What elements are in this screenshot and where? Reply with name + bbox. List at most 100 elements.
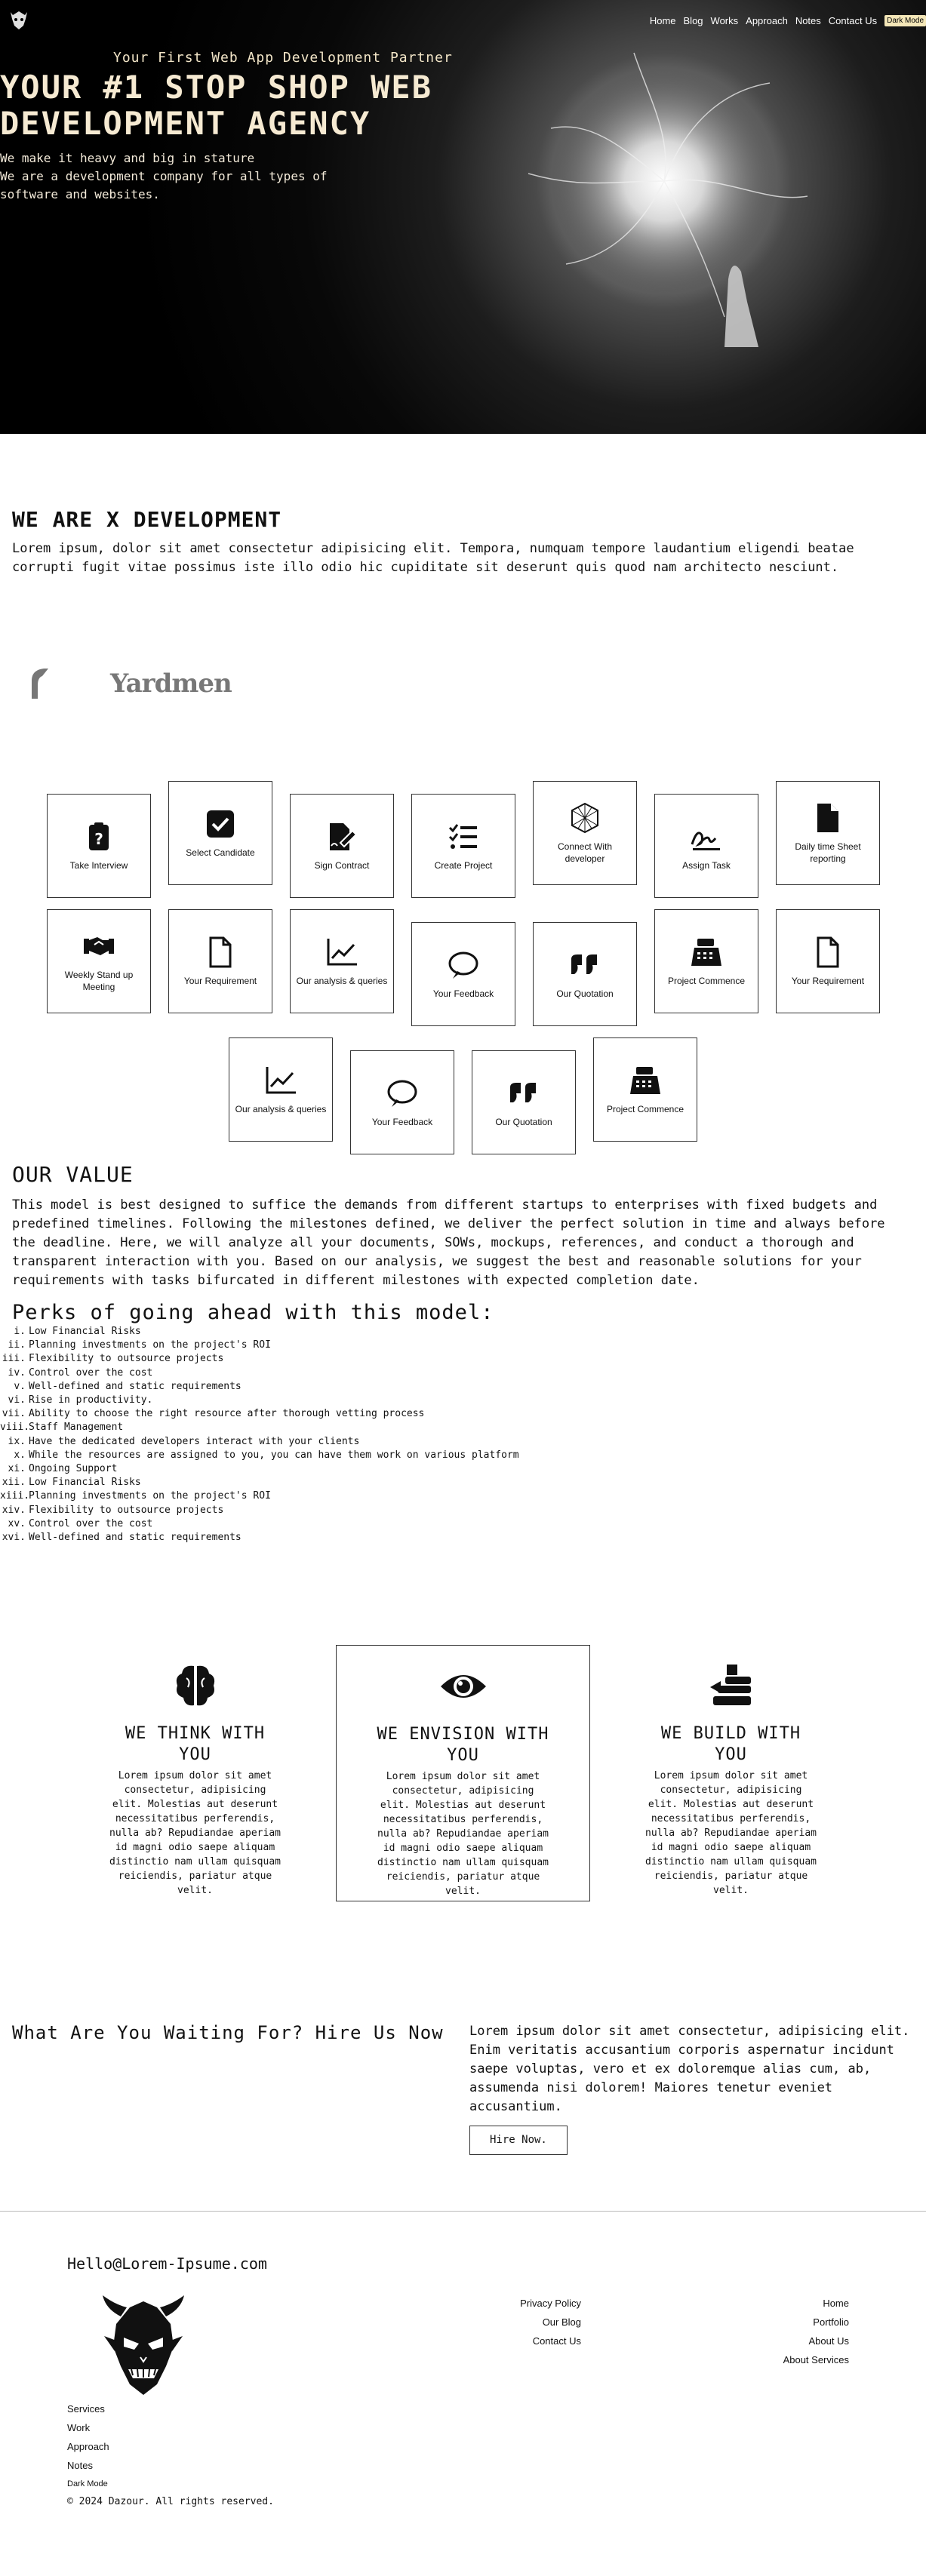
process-card-label: Our analysis & queries (296, 976, 388, 986)
footer-link[interactable]: Work (67, 2418, 109, 2437)
footer-link[interactable]: About Us (736, 2332, 849, 2350)
perk-item: x. While the resources are assigned to yo… (0, 1449, 528, 1462)
cta-title: What Are You Waiting For? Hire Us Now (12, 2022, 444, 2043)
top-nav: Home Blog Works Approach Notes Contact U… (650, 15, 926, 26)
process-card-label: Our analysis & queries (235, 1104, 327, 1114)
footer-link[interactable]: Notes (67, 2456, 109, 2475)
perk-item: vii. Ability to choose the right resource… (0, 1407, 528, 1421)
hero-tagline: Your First Web App Development Partner (113, 50, 453, 66)
process-card: Our Quotation (472, 1050, 576, 1154)
value-section: OUR VALUE This model is best designed to… (12, 1162, 914, 1324)
footer-link[interactable]: Services (67, 2399, 109, 2418)
perk-item: xii. Low Financial Risks (0, 1476, 528, 1489)
perk-number: ix. (8, 1435, 26, 1447)
perk-text: Ongoing Support (29, 1463, 118, 1475)
feature-text: Lorem ipsum dolor sit amet consectetur, … (109, 1770, 281, 1896)
cta-body: Lorem ipsum dolor sit amet consectetur, … (469, 2022, 915, 2155)
about-text: Lorem ipsum, dolor sit amet consectetur … (12, 541, 854, 575)
nav-works[interactable]: Works (711, 15, 739, 26)
process-card-label: Your Requirement (183, 976, 257, 986)
perk-text: Well-defined and static requirements (29, 1380, 241, 1392)
nav-notes[interactable]: Notes (795, 15, 821, 26)
process-card: Our Quotation (533, 922, 637, 1026)
feature-text: Lorem ipsum dolor sit amet consectetur, … (377, 1771, 549, 1897)
document-icon (209, 936, 232, 968)
perk-text: Well-defined and static requirements (29, 1532, 241, 1544)
signature-icon (691, 832, 720, 850)
perk-item: ix. Have the dedicated developers interac… (0, 1435, 528, 1449)
about-title: WE ARE X DEVELOPMENT (12, 507, 282, 532)
footer-link[interactable]: About Services (736, 2350, 849, 2369)
footer-link[interactable]: Contact Us (468, 2332, 581, 2350)
footer-link[interactable]: Approach (67, 2437, 109, 2456)
perk-number: xii. (2, 1477, 26, 1489)
process-card-label: Your Feedback (371, 1117, 433, 1127)
perk-number: iv. (8, 1366, 26, 1379)
file-icon (817, 804, 838, 832)
process-card-label: Project Commence (606, 1104, 685, 1114)
perks-title: Perks of going ahead with this model: (12, 1301, 494, 1324)
process-card-label: Create Project (434, 860, 493, 871)
feature-text: Lorem ipsum dolor sit amet consectetur, … (645, 1770, 817, 1896)
perk-item: viii. Staff Management (0, 1421, 528, 1434)
building-blocks-icon (709, 1665, 751, 1705)
perk-item: xv. Control over the cost (0, 1517, 528, 1531)
perks-list: i. Low Financial Risks ii. Planning investm… (0, 1325, 528, 1545)
process-card: Sign Contract (290, 794, 394, 898)
perk-item: iv. Control over the cost (0, 1366, 528, 1380)
speech-bubble-icon (387, 1080, 417, 1107)
process-card-label: Take Interview (69, 860, 128, 871)
perk-text: Control over the cost (29, 1366, 153, 1379)
perk-text: Have the dedicated developers interact w… (29, 1435, 360, 1447)
process-card-label: Assign Task (682, 860, 731, 871)
perk-item: vi. Rise in productivity. (0, 1394, 528, 1407)
perk-text: While the resources are assigned to you,… (29, 1449, 519, 1461)
handshake-icon (84, 937, 114, 955)
footer-link[interactable]: Privacy Policy (468, 2294, 581, 2313)
nav-approach[interactable]: Approach (746, 15, 788, 26)
hero-image (528, 52, 808, 347)
footer-email[interactable]: Hello@Lorem-Ipsume.com (67, 2255, 267, 2273)
dark-mode-toggle[interactable]: Dark Mode (884, 15, 926, 26)
perk-number: x. (14, 1449, 26, 1461)
perk-number: xvi. (2, 1532, 26, 1544)
process-card-label: Our Quotation (495, 1117, 552, 1127)
footer-divider (0, 2211, 926, 2212)
footer-link[interactable]: Our Blog (468, 2313, 581, 2332)
hero-subtitle-line: We make it heavy and big in stature (0, 151, 255, 165)
file-signature-icon (330, 823, 358, 850)
perk-text: Rise in productivity. (29, 1394, 153, 1406)
process-card: ? Take Interview (47, 794, 151, 898)
checkbox-icon (207, 810, 234, 838)
value-text: This model is best designed to suffice t… (12, 1197, 885, 1288)
feature-title: WE ENVISION WITH YOU (377, 1725, 549, 1765)
footer-links-right: Home Portfolio About Us About Services (736, 2294, 849, 2369)
process-card: Daily time Sheet reporting (776, 781, 880, 885)
nav-contact[interactable]: Contact Us (829, 15, 877, 26)
perk-number: ii. (8, 1339, 26, 1351)
document-icon (817, 936, 839, 968)
perk-item: xi. Ongoing Support (0, 1462, 528, 1476)
footer-dark-mode-toggle[interactable]: Dark Mode (67, 2475, 109, 2493)
process-card-label: Daily time Sheet reporting (795, 841, 861, 864)
value-title: OUR VALUE (12, 1162, 134, 1187)
perk-number: xiii. (0, 1490, 30, 1502)
hero-subtitle: We make it heavy and big in stature We a… (0, 149, 392, 204)
nav-home[interactable]: Home (650, 15, 676, 26)
quote-icon (571, 954, 597, 974)
hero-title: YOUR #1 STOP SHOP WEB DEVELOPMENT AGENCY (0, 69, 433, 142)
footer-link[interactable]: Home (736, 2294, 849, 2313)
logo-icon[interactable] (8, 9, 30, 32)
perk-text: Flexibility to outsource projects (29, 1504, 224, 1516)
perk-item: xiii. Planning investments on the project… (0, 1489, 528, 1503)
process-card: Your Feedback (350, 1050, 454, 1154)
nav-blog[interactable]: Blog (684, 15, 703, 26)
footer-links-left: Services Work Approach Notes Dark Mode (67, 2399, 109, 2493)
footer-link[interactable]: Portfolio (736, 2313, 849, 2332)
perk-text: Low Financial Risks (29, 1477, 141, 1489)
process-card: Assign Task (654, 794, 758, 898)
process-card: Our analysis & queries (290, 909, 394, 1013)
connect-hexagon-icon (571, 802, 598, 834)
hire-now-button[interactable]: Hire Now. (469, 2126, 568, 2155)
process-card-label: Our Quotation (556, 988, 614, 999)
